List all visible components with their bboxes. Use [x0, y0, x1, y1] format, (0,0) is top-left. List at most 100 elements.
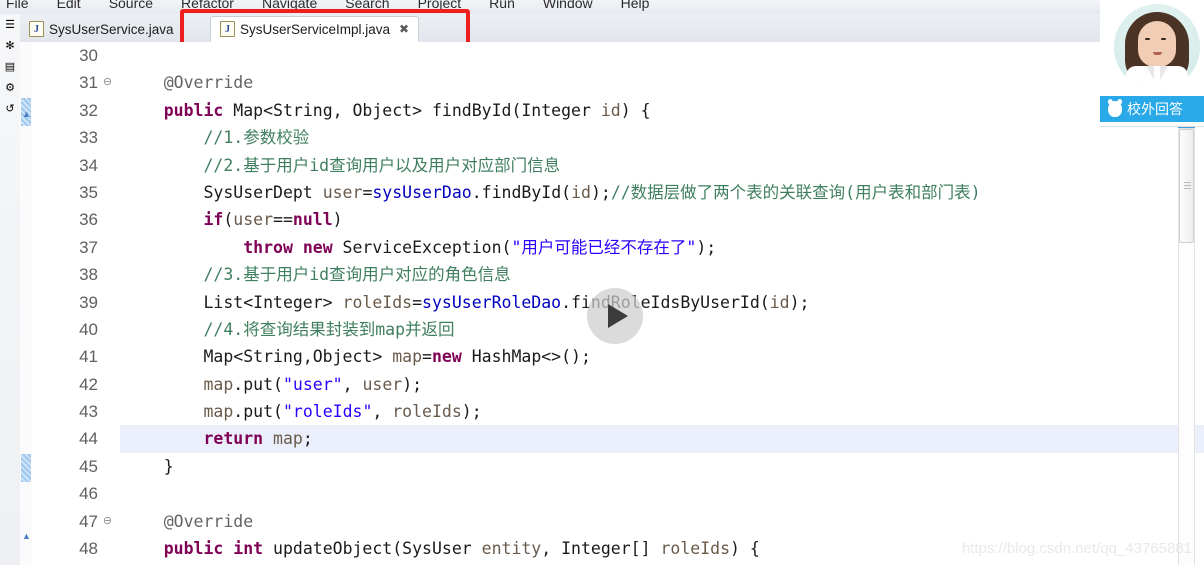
code-token-pln — [124, 402, 203, 421]
code-line[interactable] — [120, 42, 1204, 69]
undo-icon[interactable]: ↺ — [1, 100, 19, 119]
open-type-icon[interactable]: ▤ — [1, 58, 19, 77]
editor-tab-label: SysUserServiceImpl.java — [240, 21, 391, 37]
code-token-var: user — [362, 374, 403, 394]
code-line[interactable]: //4.将查询结果封装到map并返回 — [120, 316, 1204, 343]
menu-item-search[interactable]: Search — [343, 0, 391, 11]
line-number-gutter: 30 31 ⊖ 32 33 34 35 36 37 38 39 40 41 42 43 44 45 46 47 ⊖ 48 — [32, 42, 120, 565]
code-token-var: id — [600, 100, 621, 120]
code-token-pln: , — [342, 374, 363, 394]
scrollbar-thumb[interactable] — [1179, 129, 1194, 243]
code-token-cm: //3.基于用户id查询用户对应的角色信息 — [203, 265, 511, 285]
vertical-scrollbar[interactable] — [1178, 128, 1195, 565]
code-token-pln: = — [412, 292, 423, 312]
code-line[interactable]: SysUserDept user=sysUserDao.findById(id)… — [120, 179, 1204, 206]
code-line[interactable]: } — [120, 453, 1204, 480]
change-marker — [21, 454, 31, 482]
code-token-str: "roleIds" — [282, 402, 373, 422]
code-line[interactable]: //2.基于用户id查询用户以及用户对应部门信息 — [120, 152, 1204, 179]
line-number: 30 — [79, 46, 98, 65]
play-icon[interactable] — [587, 288, 643, 344]
line-number: 39 — [79, 292, 98, 312]
code-line[interactable]: public Map<String, Object> findById(Inte… — [120, 97, 1204, 124]
code-token-kw: public int — [163, 539, 264, 559]
code-token-pln — [124, 375, 203, 394]
code-token-kw: public — [163, 100, 224, 120]
close-icon[interactable]: ✖ — [399, 22, 409, 36]
code-token-pln — [124, 128, 203, 147]
code-token-pln: ServiceException( — [332, 237, 512, 257]
menu-item-source[interactable]: Source — [107, 0, 155, 11]
code-line[interactable]: @Override — [120, 508, 1204, 535]
java-file-icon: J — [29, 21, 44, 37]
collapse-arrow-icon[interactable]: ▲ — [22, 110, 31, 119]
line-number: 35 — [79, 182, 98, 202]
code-token-pln: = — [362, 182, 373, 202]
menu-item-refactor[interactable]: Refactor — [179, 0, 236, 11]
code-token-ann: @Override — [163, 73, 254, 93]
line-number: 36 — [79, 210, 98, 230]
code-token-var: entity — [481, 539, 542, 559]
code-line[interactable]: Map<String,Object> map=new HashMap<>(); — [120, 343, 1204, 370]
fold-toggle-icon[interactable]: ⊖ — [102, 508, 113, 535]
code-token-pln: .findById( — [471, 182, 572, 202]
code-line[interactable]: return map; — [120, 425, 1204, 453]
code-token-pln: ); — [789, 292, 810, 312]
editor-tab-1[interactable]: J SysUserServiceImpl.java ✖ — [210, 16, 420, 42]
code-token-var: user — [233, 210, 274, 230]
code-token-pln: HashMap<>(); — [461, 347, 591, 367]
menu-item-window[interactable]: Window — [541, 0, 595, 11]
code-content[interactable]: @Override public Map<String, Object> fin… — [120, 42, 1204, 565]
code-line[interactable] — [120, 480, 1204, 507]
code-line[interactable]: map.put("user", user); — [120, 371, 1204, 398]
code-token-var: map — [392, 347, 423, 367]
avatar-shirt — [1126, 66, 1188, 90]
menu-item-edit[interactable]: Edit — [55, 0, 83, 11]
menu-item-help[interactable]: Help — [619, 0, 652, 11]
menu-item-project[interactable]: Project — [416, 0, 464, 11]
code-token-var: id — [571, 182, 591, 202]
code-line[interactable]: map.put("roleIds", roleIds); — [120, 398, 1204, 425]
code-token-cm: //2.基于用户id查询用户以及用户对应部门信息 — [203, 155, 561, 175]
java-browsing-icon[interactable]: ⚙ — [1, 79, 19, 98]
fold-toggle-icon[interactable]: ⊖ — [102, 69, 113, 96]
code-line[interactable]: @Override — [120, 69, 1204, 96]
package-explorer-icon[interactable]: ☰ — [1, 16, 19, 35]
menu-item-navigate[interactable]: Navigate — [260, 0, 319, 11]
editor-tab-0[interactable]: J SysUserService.java — [20, 16, 183, 42]
code-token-var: roleIds — [342, 292, 413, 312]
menu-items: File Edit Source Refactor Navigate Search Proj… — [0, 0, 651, 11]
code-token-kw: new — [431, 347, 462, 367]
code-line[interactable]: throw new ServiceException("用户可能已经不存在了")… — [120, 234, 1204, 261]
code-token-pln — [124, 265, 203, 284]
code-token-str: "用户可能已经不存在了" — [511, 237, 697, 257]
code-line[interactable]: List<Integer> roleIds=sysUserRoleDao.fin… — [120, 289, 1204, 316]
line-number: 44 — [79, 429, 98, 449]
code-token-fld: sysUserDao — [372, 182, 472, 202]
menu-item-file[interactable]: File — [4, 0, 31, 11]
scrollbar-grip-icon — [1184, 182, 1191, 189]
collapse-arrow-icon[interactable]: ▲ — [22, 532, 31, 541]
code-token-pln: == — [273, 210, 293, 230]
chat-widget[interactable]: 校外回答 — [1100, 0, 1204, 126]
code-line[interactable]: //3.基于用户id查询用户对应的角色信息 — [120, 261, 1204, 288]
code-token-pln — [124, 101, 164, 120]
code-token-pln — [124, 539, 164, 558]
avatar — [1114, 4, 1200, 90]
code-line[interactable]: if(user==null) — [120, 206, 1204, 233]
chat-widget-bar[interactable]: 校外回答 — [1100, 96, 1204, 122]
code-token-pln: ); — [696, 237, 717, 257]
code-token-pln: ); — [461, 402, 482, 422]
code-token-var: map — [203, 374, 234, 394]
code-token-pln: .put( — [233, 402, 283, 422]
code-token-pln: .put( — [233, 374, 283, 394]
code-token-pln — [263, 429, 273, 448]
menu-item-run[interactable]: Run — [487, 0, 517, 11]
code-token-cm: //4.将查询结果封装到map并返回 — [203, 319, 455, 339]
avatar-collar-left — [1146, 66, 1154, 80]
qq-penguin-icon — [1108, 101, 1122, 117]
code-line[interactable]: //1.参数校验 — [120, 124, 1204, 151]
line-number: 42 — [79, 374, 98, 394]
bug-icon[interactable]: ✻ — [1, 37, 19, 56]
line-number: 33 — [79, 128, 98, 148]
